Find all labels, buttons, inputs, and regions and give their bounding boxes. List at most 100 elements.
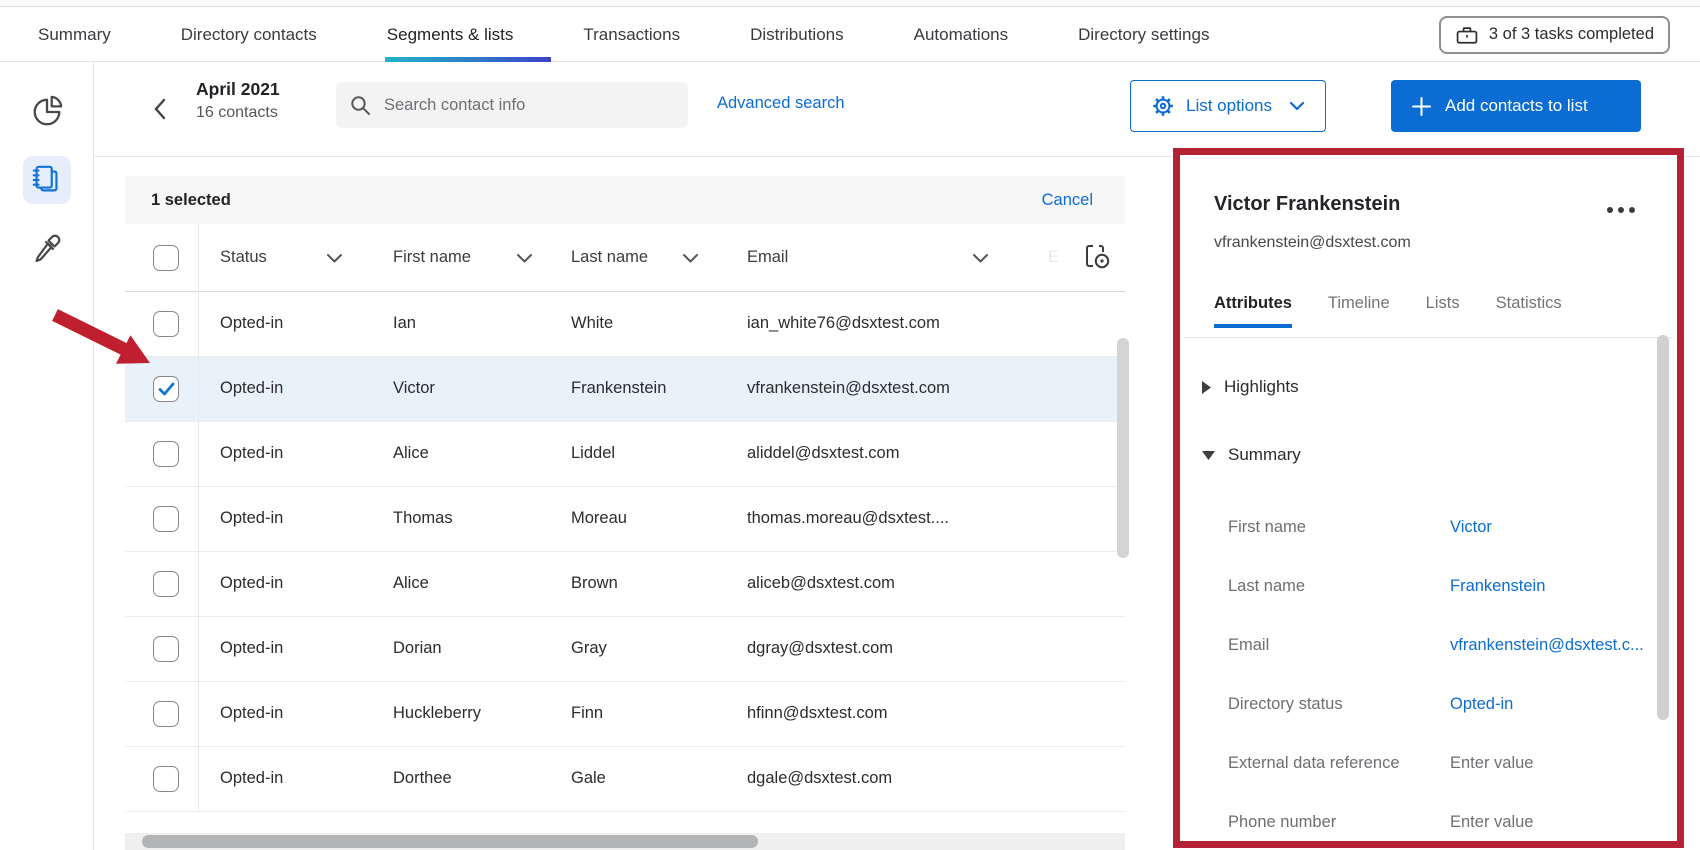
- plus-icon: [1411, 96, 1432, 117]
- left-sidebar: [0, 62, 94, 850]
- field-value-link[interactable]: vfrankenstein@dsxtest.c...: [1450, 636, 1644, 655]
- selection-bar: 1 selected Cancel: [125, 176, 1125, 224]
- field-label: Phone number: [1228, 813, 1450, 832]
- list-title: April 2021: [196, 79, 280, 100]
- panel-tab-lists[interactable]: Lists: [1426, 294, 1460, 328]
- contact-detail-panel: Victor Frankenstein vfrankenstein@dsxtes…: [1173, 148, 1684, 848]
- tab-directory-settings[interactable]: Directory settings: [1078, 8, 1209, 61]
- row-checkbox[interactable]: [153, 766, 179, 792]
- window-top-strip: [0, 0, 1700, 7]
- field-last-name: Last name Frankenstein: [1228, 572, 1637, 600]
- table-row[interactable]: Opted-in Thomas Moreau thomas.moreau@dsx…: [125, 487, 1125, 552]
- tab-automations[interactable]: Automations: [914, 8, 1009, 61]
- chevron-down-icon[interactable]: [516, 253, 533, 264]
- table-row[interactable]: Opted-in Dorthee Gale dgale@dsxtest.com: [125, 747, 1125, 812]
- chevron-down-icon[interactable]: [972, 253, 989, 264]
- column-header-last-name[interactable]: Last name: [571, 248, 648, 267]
- cell-email: vfrankenstein@dsxtest.com: [747, 379, 950, 398]
- row-checkbox-checked[interactable]: [153, 376, 179, 402]
- panel-scrollbar-thumb[interactable]: [1657, 335, 1669, 720]
- contacts-table: 1 selected Cancel Status First name Last…: [125, 176, 1125, 812]
- cell-last-name: Gray: [571, 639, 607, 658]
- panel-tab-timeline[interactable]: Timeline: [1328, 294, 1390, 328]
- cell-first-name: Victor: [393, 379, 435, 398]
- field-value-placeholder[interactable]: Enter value: [1450, 813, 1533, 832]
- field-label: Last name: [1228, 577, 1450, 596]
- contact-name: Victor Frankenstein: [1214, 193, 1400, 216]
- row-checkbox[interactable]: [153, 506, 179, 532]
- contact-email: vfrankenstein@dsxtest.com: [1214, 234, 1411, 252]
- add-contacts-to-list-button[interactable]: Add contacts to list: [1391, 80, 1641, 132]
- tab-segments-and-lists[interactable]: Segments & lists: [387, 8, 514, 61]
- list-options-label: List options: [1186, 96, 1272, 116]
- contact-count: 16 contacts: [196, 104, 280, 122]
- list-options-button[interactable]: List options: [1130, 80, 1326, 132]
- field-value-placeholder[interactable]: Enter value: [1450, 754, 1533, 773]
- horizontal-scrollbar-thumb[interactable]: [142, 835, 758, 848]
- vertical-scrollbar-thumb[interactable]: [1117, 338, 1129, 558]
- triangle-right-icon: [1202, 381, 1211, 394]
- directory-contacts-screen: Summary Directory contacts Segments & li…: [0, 0, 1700, 850]
- table-row[interactable]: Opted-in Huckleberry Finn hfinn@dsxtest.…: [125, 682, 1125, 747]
- field-value-link[interactable]: Victor: [1450, 518, 1492, 537]
- column-header-status[interactable]: Status: [220, 248, 267, 267]
- table-row[interactable]: Opted-in Dorian Gray dgray@dsxtest.com: [125, 617, 1125, 682]
- cell-status: Opted-in: [220, 639, 283, 658]
- advanced-search-link[interactable]: Advanced search: [717, 94, 845, 113]
- cell-email: aliceb@dsxtest.com: [747, 574, 895, 593]
- cell-status: Opted-in: [220, 444, 283, 463]
- row-checkbox[interactable]: [153, 701, 179, 727]
- cell-first-name: Dorian: [393, 639, 442, 658]
- column-header-email[interactable]: Email: [747, 248, 788, 267]
- field-phone-number: Phone number Enter value: [1228, 808, 1637, 836]
- column-header-first-name[interactable]: First name: [393, 248, 471, 267]
- field-directory-status: Directory status Opted-in: [1228, 690, 1637, 718]
- search-icon: [350, 95, 371, 116]
- cell-status: Opted-in: [220, 704, 283, 723]
- sidebar-item-reports[interactable]: [23, 88, 71, 136]
- cell-last-name: White: [571, 314, 613, 333]
- sidebar-item-contact-lists[interactable]: [23, 156, 71, 204]
- chevron-down-icon[interactable]: [682, 253, 699, 264]
- back-button[interactable]: [146, 94, 172, 124]
- row-checkbox[interactable]: [153, 571, 179, 597]
- column-preview-icon[interactable]: [1083, 242, 1115, 274]
- cell-status: Opted-in: [220, 574, 283, 593]
- table-row[interactable]: Opted-in Ian White ian_white76@dsxtest.c…: [125, 292, 1125, 357]
- row-checkbox[interactable]: [153, 636, 179, 662]
- table-row[interactable]: Opted-in Alice Liddel aliddel@dsxtest.co…: [125, 422, 1125, 487]
- horizontal-scrollbar[interactable]: [125, 833, 1125, 850]
- tasks-completed-badge[interactable]: 3 of 3 tasks completed: [1439, 16, 1670, 54]
- tab-summary[interactable]: Summary: [38, 8, 111, 61]
- panel-tab-statistics[interactable]: Statistics: [1496, 294, 1562, 328]
- tab-distributions[interactable]: Distributions: [750, 8, 844, 61]
- cell-email: dgray@dsxtest.com: [747, 639, 893, 658]
- add-contacts-label: Add contacts to list: [1445, 96, 1588, 116]
- chevron-down-icon[interactable]: [326, 253, 343, 264]
- row-checkbox[interactable]: [153, 441, 179, 467]
- tab-directory-contacts[interactable]: Directory contacts: [181, 8, 317, 61]
- field-value-link[interactable]: Frankenstein: [1450, 577, 1545, 596]
- search-input[interactable]: Search contact info: [336, 82, 688, 128]
- select-all-checkbox[interactable]: [153, 245, 179, 271]
- cell-last-name: Gale: [571, 769, 606, 788]
- section-summary[interactable]: Summary: [1202, 445, 1301, 465]
- top-navigation: Summary Directory contacts Segments & li…: [0, 8, 1700, 62]
- section-highlights[interactable]: Highlights: [1202, 377, 1299, 397]
- field-value-link[interactable]: Opted-in: [1450, 695, 1513, 714]
- table-header-row: Status First name Last name Email E: [125, 224, 1125, 292]
- pie-chart-icon: [30, 95, 64, 129]
- field-external-data-reference: External data reference Enter value: [1228, 749, 1637, 777]
- selection-count: 1 selected: [151, 191, 231, 210]
- row-checkbox[interactable]: [153, 311, 179, 337]
- eyedropper-icon: [32, 233, 62, 263]
- tab-transactions[interactable]: Transactions: [583, 8, 680, 61]
- panel-tab-attributes[interactable]: Attributes: [1214, 294, 1292, 328]
- checkbox-column-divider: [198, 224, 199, 812]
- cancel-selection-link[interactable]: Cancel: [1042, 191, 1093, 210]
- cell-email: hfinn@dsxtest.com: [747, 704, 888, 723]
- sidebar-item-sampling[interactable]: [23, 224, 71, 272]
- table-row[interactable]: Opted-in Alice Brown aliceb@dsxtest.com: [125, 552, 1125, 617]
- ellipsis-menu-icon[interactable]: [1603, 203, 1639, 217]
- table-row-selected[interactable]: Opted-in Victor Frankenstein vfrankenste…: [125, 357, 1125, 422]
